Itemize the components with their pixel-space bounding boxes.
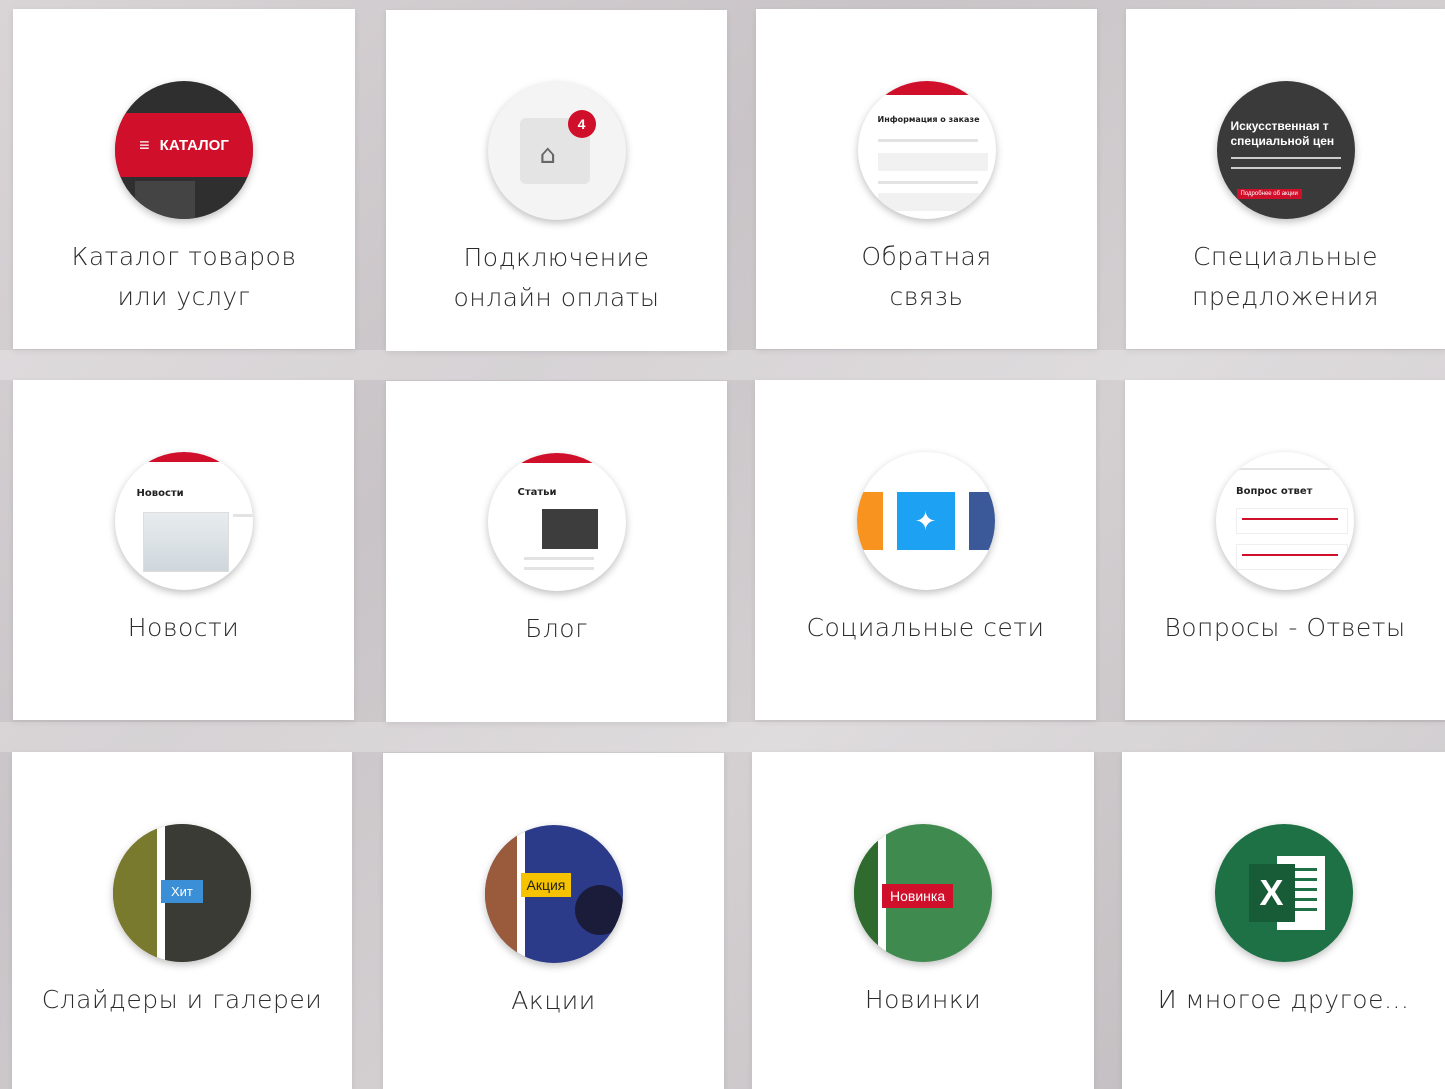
feature-card-online-payment[interactable]: ⌂ 4 Подключение онлайн оплаты: [386, 10, 727, 351]
news-icon: Новости: [114, 452, 253, 590]
feature-card-faq[interactable]: Вопрос ответ Вопросы - Ответы: [1125, 380, 1445, 720]
feature-card-social[interactable]: ✦ Социальные сети: [755, 380, 1096, 720]
feature-card-catalog[interactable]: ≡ КАТАЛОГ Каталог товаров или услуг: [13, 9, 355, 349]
blog-icon: Статьи: [487, 453, 626, 591]
feature-card-feedback[interactable]: Информация о заказе Обратная связь: [756, 9, 1097, 349]
feedback-form-icon: Информация о заказе: [857, 81, 996, 219]
card-label: Вопросы - Ответы: [1164, 613, 1406, 642]
card-label: Подключение онлайн оплаты: [453, 243, 660, 312]
excel-icon: X: [1214, 824, 1353, 962]
background-stripe: [0, 722, 1445, 752]
card-label: И многое другое...: [1157, 985, 1410, 1014]
card-label: Новости: [127, 613, 240, 642]
background-stripe: [0, 350, 1445, 380]
card-label: Социальные сети: [806, 613, 1045, 642]
feature-card-special-offers[interactable]: Искусственная т специальной цен Подробнее…: [1126, 9, 1445, 349]
faq-icon: Вопрос ответ: [1216, 452, 1354, 590]
feature-card-blog[interactable]: Статьи Блог: [386, 381, 727, 722]
menu-icon: ≡: [139, 134, 150, 155]
promo-tag: Акция: [520, 873, 572, 897]
card-label: Специальные предложения: [1192, 242, 1379, 311]
card-label: Обратная связь: [861, 242, 992, 311]
sliders-icon: Хит: [113, 824, 251, 962]
feature-card-news[interactable]: Новости Новости: [13, 380, 354, 720]
card-label: Слайдеры и галереи: [41, 985, 323, 1014]
card-label: Новинки: [864, 985, 982, 1014]
twitter-icon: ✦: [896, 492, 955, 550]
feature-card-more[interactable]: X И многое другое...: [1122, 752, 1445, 1089]
new-tag: Новинка: [882, 884, 954, 908]
catalog-badge-text: КАТАЛОГ: [159, 136, 229, 154]
feature-card-new-items[interactable]: Новинка Новинки: [752, 752, 1094, 1089]
catalog-icon: ≡ КАТАЛОГ: [115, 81, 253, 219]
special-offer-icon: Искусственная т специальной цен Подробнее…: [1216, 81, 1355, 219]
new-items-icon: Новинка: [854, 824, 992, 962]
feature-card-sliders[interactable]: Хит Слайдеры и галереи: [12, 752, 352, 1089]
hit-tag: Хит: [161, 880, 203, 903]
cart-count-badge: 4: [567, 110, 596, 138]
basket-icon: ⌂ 4: [487, 82, 626, 220]
card-label: Каталог товаров или услуг: [71, 242, 297, 311]
social-networks-icon: ✦: [856, 452, 995, 590]
card-label: Блог: [525, 614, 588, 643]
promotions-icon: Акция: [484, 825, 623, 963]
card-label: Акции: [511, 986, 596, 1015]
feature-card-promotions[interactable]: Акция Акции: [383, 753, 724, 1089]
